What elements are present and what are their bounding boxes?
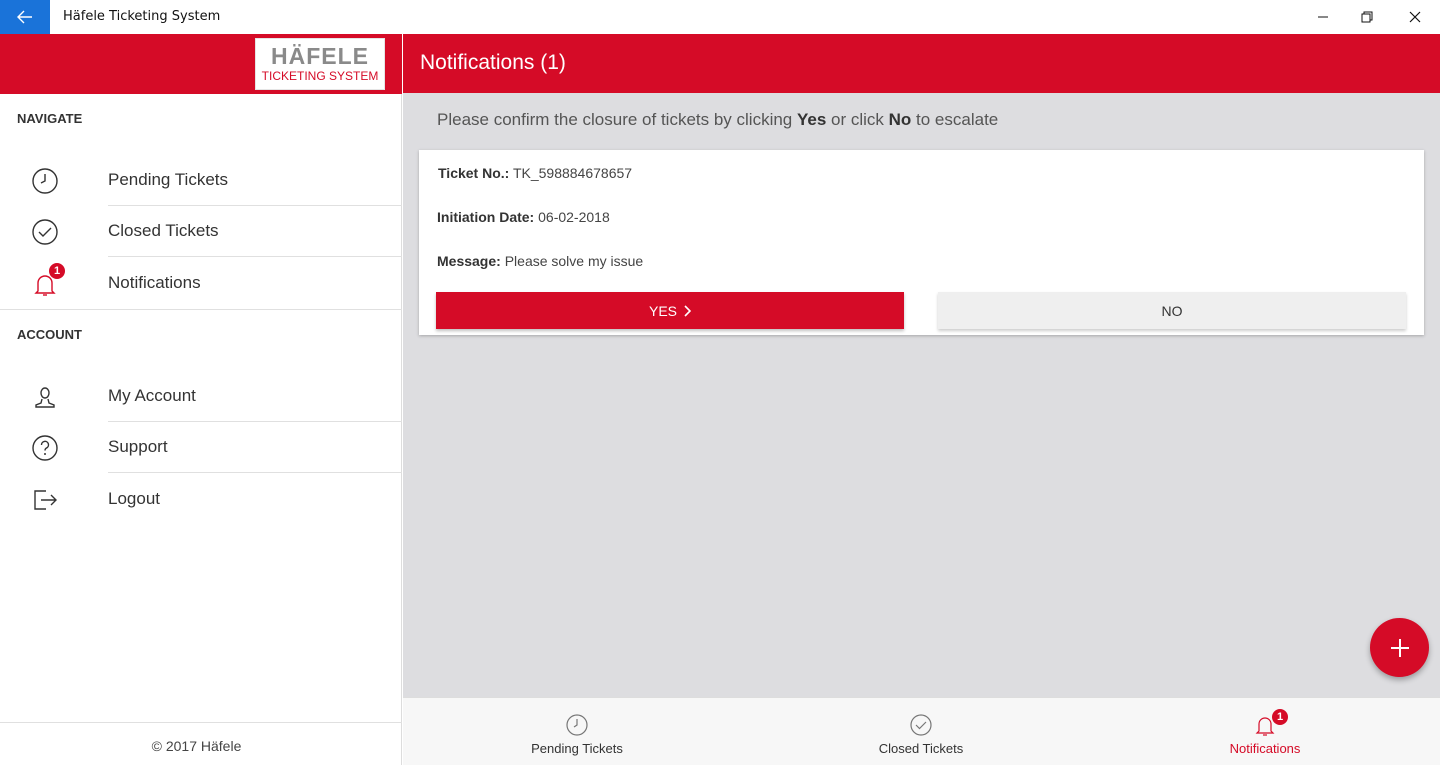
ticket-card: Ticket No.: TK_598884678657 Initiation D… [419,150,1424,335]
restore-button[interactable] [1344,0,1390,34]
initiation-date-field: Initiation Date: 06-02-2018 [437,209,610,225]
account-section-label: ACCOUNT [17,327,82,342]
tab-label: Pending Tickets [531,741,623,756]
tab-label: Closed Tickets [878,741,964,756]
tab-closed-tickets[interactable]: Closed Tickets [821,698,1021,765]
tab-notifications[interactable]: 1 Notifications [1165,698,1365,765]
arrow-left-icon [17,10,32,24]
minimize-button[interactable] [1300,0,1346,34]
plus-icon [1390,638,1409,657]
main-content: Notifications (1) Please confirm the clo… [403,34,1440,765]
copyright-text: © 2017 Häfele [151,738,242,754]
navigate-section-label: NAVIGATE [17,111,83,126]
sidebar-item-label: My Account [108,386,196,405]
check-circle-icon [32,219,58,245]
sidebar-item-closed-tickets[interactable]: Closed Tickets [0,206,402,257]
ticket-number-field: Ticket No.: TK_598884678657 [438,165,633,181]
instruction-text: Please confirm the closure of tickets by… [437,110,999,129]
sidebar-item-my-account[interactable]: My Account [0,371,402,422]
restore-icon [1361,11,1373,23]
minimize-icon [1318,16,1328,18]
logout-icon [34,490,57,510]
sidebar-item-support[interactable]: Support [0,422,402,473]
clock-icon [566,714,588,736]
page-title: Notifications (1) [420,51,566,74]
sidebar-item-label: Support [108,437,168,456]
notification-badge: 1 [1272,709,1288,725]
tab-label: Notifications [1229,741,1301,756]
close-button[interactable] [1392,0,1438,34]
bottom-tab-bar: Pending Tickets Closed Tickets 1 Notific… [403,697,1440,765]
yes-button[interactable]: YES [436,292,904,329]
sidebar: HÄFELE TICKETING SYSTEM NAVIGATE Pending… [0,34,402,765]
notification-badge: 1 [49,263,65,279]
divider [108,472,402,473]
divider [0,309,402,310]
clock-icon [32,168,58,194]
add-ticket-button[interactable] [1370,618,1429,677]
hafele-logo: HÄFELE TICKETING SYSTEM [255,38,385,90]
divider [108,256,402,257]
close-icon [1409,11,1421,23]
question-icon [32,435,58,461]
sidebar-item-label: Pending Tickets [108,170,229,189]
back-button[interactable] [0,0,50,34]
chevron-right-icon [684,304,691,317]
app-title: Häfele Ticketing System [63,9,221,24]
check-circle-icon [910,714,932,736]
title-bar: Häfele Ticketing System [0,0,1440,34]
no-button[interactable]: NO [938,292,1406,329]
message-field: Message: Please solve my issue [437,253,644,269]
sidebar-item-pending-tickets[interactable]: Pending Tickets [0,155,402,206]
sidebar-item-label: Logout [108,489,160,508]
sidebar-item-label: Notifications [108,273,201,292]
sidebar-item-label: Closed Tickets [108,221,219,240]
user-icon [35,387,55,408]
sidebar-item-notifications[interactable]: 1 Notifications [0,258,402,309]
tab-pending-tickets[interactable]: Pending Tickets [477,698,677,765]
sidebar-footer: © 2017 Häfele [0,722,402,765]
sidebar-header: HÄFELE TICKETING SYSTEM [0,34,402,94]
sidebar-item-logout[interactable]: Logout [0,474,402,525]
main-header: Notifications (1) [403,34,1440,93]
